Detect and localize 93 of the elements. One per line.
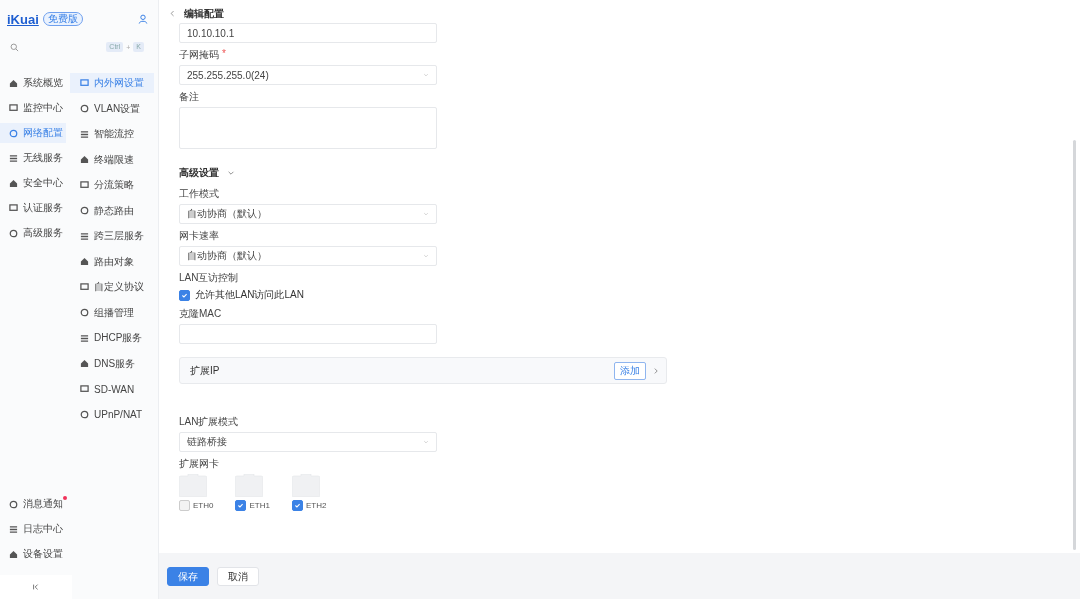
menu-icon (80, 129, 89, 139)
caret-icon (423, 72, 429, 78)
menu-icon (80, 410, 89, 419)
required-mark: * (222, 48, 226, 61)
checkbox[interactable] (235, 500, 247, 511)
field-label: LAN互访控制 (179, 271, 239, 285)
check-icon (293, 502, 301, 509)
checkbox[interactable] (291, 500, 303, 511)
submenu-item[interactable]: 跨三层服务 (70, 226, 154, 246)
select-field[interactable]: 链路桥接 (179, 432, 437, 452)
submenu-item[interactable]: 终端限速 (70, 149, 154, 170)
submenu-item[interactable]: 组播管理 (70, 302, 154, 323)
submenu-item[interactable]: 静态路由 (70, 200, 154, 221)
menu-icon (9, 228, 18, 238)
check-icon (181, 291, 188, 299)
submenu-item[interactable]: 内外网设置 (70, 73, 154, 93)
menu-icon (9, 128, 18, 138)
field-label: 工作模式 (179, 187, 219, 201)
field-label: LAN扩展模式 (179, 415, 239, 429)
menu-icon (9, 78, 18, 88)
menu-icon (9, 499, 18, 509)
collapse-icon[interactable] (32, 583, 40, 591)
checkbox[interactable] (179, 500, 190, 511)
field-label: 扩展网卡 (179, 457, 219, 471)
menu-icon (80, 384, 89, 394)
menu-icon (80, 155, 89, 164)
nic-option[interactable]: ETH1 (235, 500, 270, 511)
caret-icon (423, 439, 429, 445)
submenu-item[interactable]: VLAN设置 (70, 98, 154, 119)
field-label: 网卡速率 (179, 229, 219, 243)
submenu-item[interactable]: SD-WAN (70, 379, 154, 399)
checkbox[interactable] (179, 289, 190, 301)
menu-icon (9, 153, 18, 163)
select-field[interactable]: 自动协商（默认） (179, 246, 437, 266)
submenu-item[interactable]: UPnP/NAT (70, 404, 154, 425)
field-label: 子网掩码 (179, 48, 219, 62)
menu-item[interactable]: 监控中心 (0, 98, 70, 118)
menu-icon (80, 308, 89, 317)
menu-icon (80, 257, 89, 266)
submenu-item[interactable]: DHCP服务 (70, 328, 154, 348)
menu-icon (9, 549, 18, 559)
menu-icon (80, 231, 89, 241)
menu-icon (80, 333, 89, 343)
nic-option[interactable]: ETH2 (291, 500, 327, 511)
select-field[interactable]: 自动协商（默认） (179, 204, 437, 224)
menu-icon (9, 103, 18, 113)
submenu-item[interactable]: 自定义协议 (70, 277, 154, 297)
edition-badge: 免费版 (42, 12, 83, 26)
submenu-item[interactable]: 智能流控 (70, 124, 154, 144)
menu-icon (9, 178, 18, 188)
menu-icon (9, 524, 18, 534)
caret-icon (423, 211, 429, 217)
section-toggle[interactable]: 高级设置 (179, 166, 1080, 180)
menu-icon (80, 180, 89, 190)
field-label: 备注 (179, 90, 199, 104)
chevron-icon[interactable] (652, 366, 660, 375)
user-icon[interactable] (138, 14, 148, 24)
menu-item[interactable]: 无线服务 (0, 148, 70, 168)
checkbox-option[interactable]: 允许其他LAN访问此LAN (179, 288, 437, 302)
select-field[interactable]: 255.255.255.0(24) (179, 65, 437, 85)
logo: iKuai (7, 11, 39, 27)
menu-icon (80, 282, 89, 292)
submenu-item[interactable]: 分流策略 (70, 175, 154, 195)
textarea-field[interactable] (179, 107, 437, 149)
input-field[interactable] (179, 324, 437, 344)
menu-icon (80, 78, 89, 88)
nic-option[interactable]: ETH0 (179, 500, 214, 511)
cancel-button[interactable]: 取消 (217, 567, 259, 586)
search-icon[interactable] (10, 42, 19, 52)
menu-item[interactable]: 高级服务 (0, 223, 70, 243)
field-label: 克隆MAC (179, 307, 222, 321)
back-icon[interactable] (169, 10, 176, 17)
menu-icon (9, 203, 18, 213)
menu-icon (80, 206, 89, 215)
input-field[interactable]: 10.10.10.1 (179, 23, 437, 43)
panel-label: 扩展IP (190, 363, 220, 378)
menu-item[interactable]: 消息通知 (0, 494, 158, 514)
submenu-item[interactable]: 路由对象 (70, 251, 154, 272)
menu-item[interactable]: 设备设置 (0, 544, 158, 564)
add-button[interactable]: 添加 (614, 361, 646, 380)
menu-item[interactable]: 网络配置 (0, 123, 66, 143)
submenu-item[interactable]: DNS服务 (70, 353, 154, 374)
menu-item[interactable]: 系统概览 (0, 73, 70, 93)
check-icon (237, 502, 245, 509)
menu-item[interactable]: 安全中心 (0, 173, 70, 193)
scrollbar[interactable] (1073, 140, 1076, 550)
menu-item[interactable]: 日志中心 (0, 519, 158, 539)
menu-item[interactable]: 认证服务 (0, 198, 70, 218)
menu-icon (80, 359, 89, 368)
menu-icon (80, 104, 89, 113)
save-button[interactable]: 保存 (167, 567, 209, 586)
page-title: 编辑配置 (184, 6, 224, 21)
caret-icon (423, 253, 429, 259)
